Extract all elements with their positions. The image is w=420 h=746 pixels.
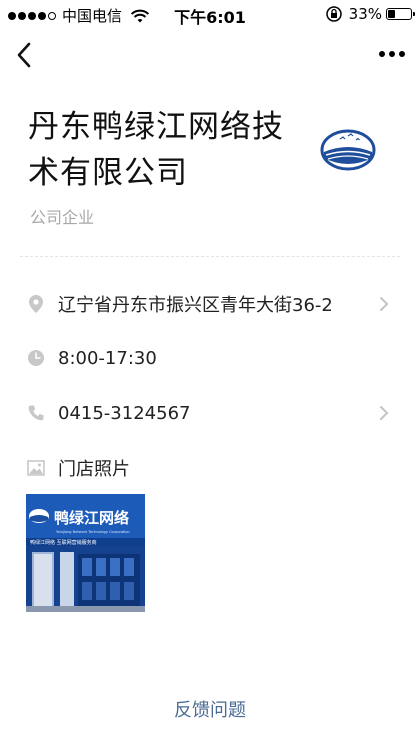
chevron-right-icon [380, 297, 389, 311]
clock-icon [26, 348, 46, 368]
rotation-lock-icon [325, 6, 342, 22]
company-name: 丹东鸭绿江网络技术有限公司 [28, 109, 284, 191]
sign-text: 鸭绿江网络 [54, 509, 129, 527]
image-icon [26, 458, 46, 478]
chevron-right-icon [380, 406, 389, 420]
chevron-left-icon [17, 42, 31, 68]
store-photos-row: 门店照片 [0, 448, 420, 488]
company-logo [320, 129, 376, 171]
sign-subtext: Yalujiang Network Technology Corporation [56, 530, 130, 534]
section-divider [20, 256, 400, 257]
sign-lower-text: 鸭绿江网络 互联网营销服务商 [30, 539, 97, 546]
phone-row[interactable]: 0415-3124567 [0, 393, 420, 433]
store-photo-thumbnail[interactable]: 鸭绿江网络 Yalujiang Network Technology Corpo… [26, 494, 145, 612]
battery-percent: 33% [348, 5, 382, 23]
status-right: 33% [325, 5, 415, 23]
phone-icon [26, 403, 46, 423]
store-photos-label: 门店照片 [58, 459, 130, 480]
storefront-image: 鸭绿江网络 Yalujiang Network Technology Corpo… [26, 494, 145, 612]
battery-icon [386, 8, 415, 20]
more-dots-icon [379, 51, 385, 57]
feedback-link[interactable]: 反馈问题 [0, 696, 420, 722]
phone-text: 0415-3124567 [58, 402, 191, 424]
address-text: 辽宁省丹东市振兴区青年大街36-2 [58, 295, 333, 316]
company-category: 公司企业 [30, 208, 95, 227]
location-pin-icon [26, 294, 46, 314]
battery-level-fill [388, 10, 396, 18]
back-button[interactable] [10, 38, 38, 72]
hours-text: 8:00-17:30 [58, 347, 157, 369]
more-options-button[interactable] [374, 42, 410, 66]
address-row[interactable]: 辽宁省丹东市振兴区青年大街36-2 [0, 284, 420, 324]
hours-row: 8:00-17:30 [0, 338, 420, 378]
status-bar: 中国电信 下午6:01 33% [0, 0, 420, 28]
